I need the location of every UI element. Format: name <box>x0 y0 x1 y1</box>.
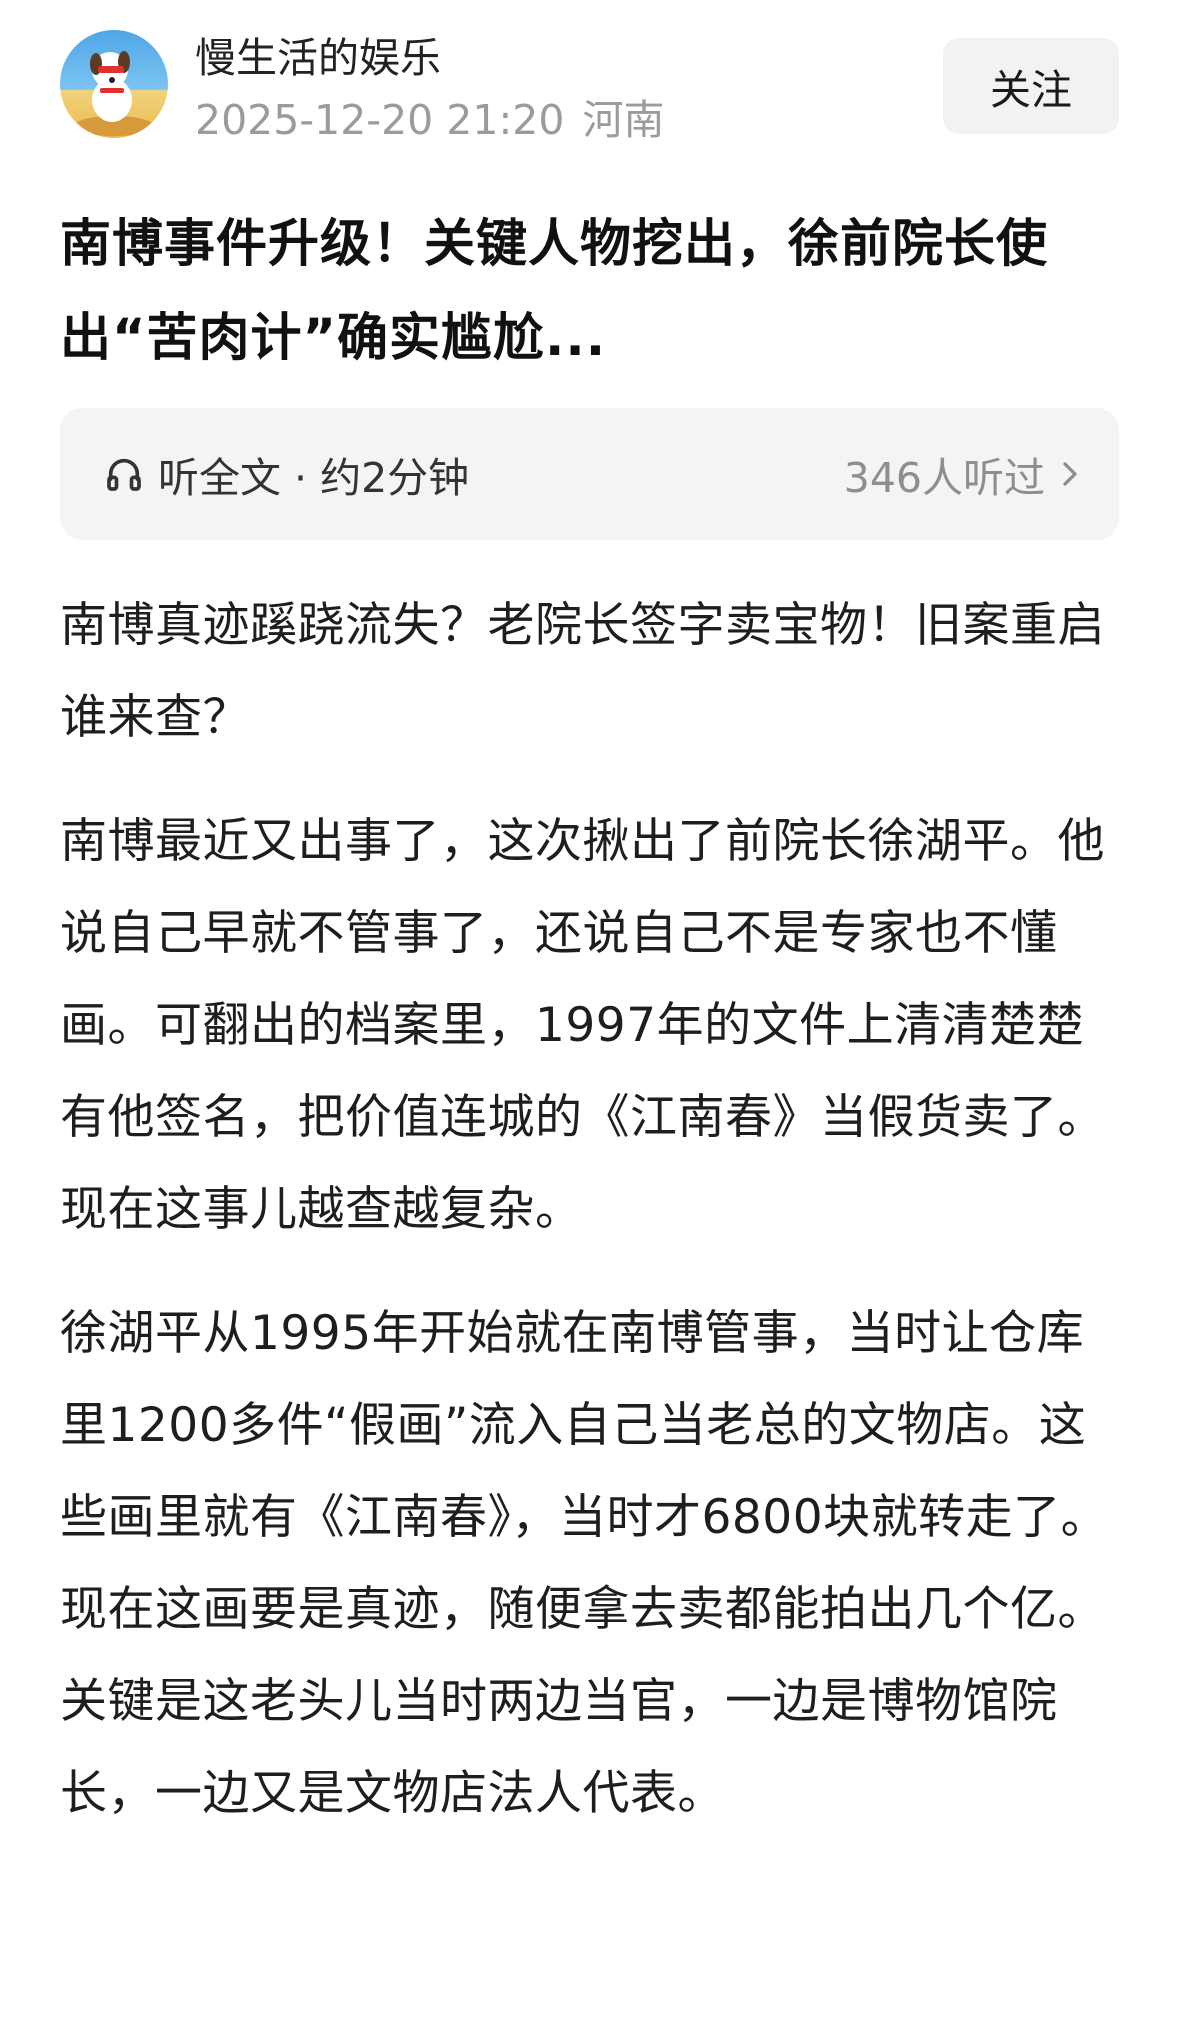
article-paragraph: 南博最近又出事了，这次揪出了前院长徐湖平。他说自己早就不管事了，还说自己不是专家… <box>60 814 1105 1237</box>
listen-count-group: 346人听过 <box>844 408 1081 540</box>
author-name[interactable]: 慢生活的娱乐 <box>195 30 441 86</box>
listen-count: 346人听过 <box>843 454 1045 502</box>
listen-label: 听全文 · 约2分钟 <box>158 454 470 502</box>
post-location: 河南 <box>582 96 665 144</box>
author-avatar[interactable] <box>60 30 168 138</box>
article-page: 慢生活的娱乐 2025-12-20 21:20 河南 关注 南博事件升级！关键人物… <box>0 0 1179 2020</box>
dog-avatar-icon <box>74 51 154 136</box>
post-meta: 2025-12-20 21:20 河南 <box>195 92 664 148</box>
headphones-icon <box>104 454 144 494</box>
listen-full-text-bar[interactable]: 听全文 · 约2分钟 346人听过 <box>60 408 1119 540</box>
follow-button[interactable]: 关注 <box>943 38 1119 134</box>
article-title: 南博事件升级！关键人物挖出，徐前院长使出“苦肉计”确实尴尬... <box>60 215 1049 368</box>
author-header: 慢生活的娱乐 2025-12-20 21:20 河南 关注 <box>60 0 1119 158</box>
article-paragraph: 南博真迹蹊跷流失？老院长签字卖宝物！旧案重启谁来查？ <box>60 598 1105 745</box>
chevron-right-icon <box>1059 459 1081 489</box>
article-paragraph: 徐湖平从1995年开始就在南博管事，当时让仓库里1200多件“假画”流入自己当老… <box>60 1306 1109 1821</box>
post-date: 2025-12-20 21:20 <box>195 96 565 144</box>
listen-label-group: 听全文 · 约2分钟 <box>104 408 469 540</box>
